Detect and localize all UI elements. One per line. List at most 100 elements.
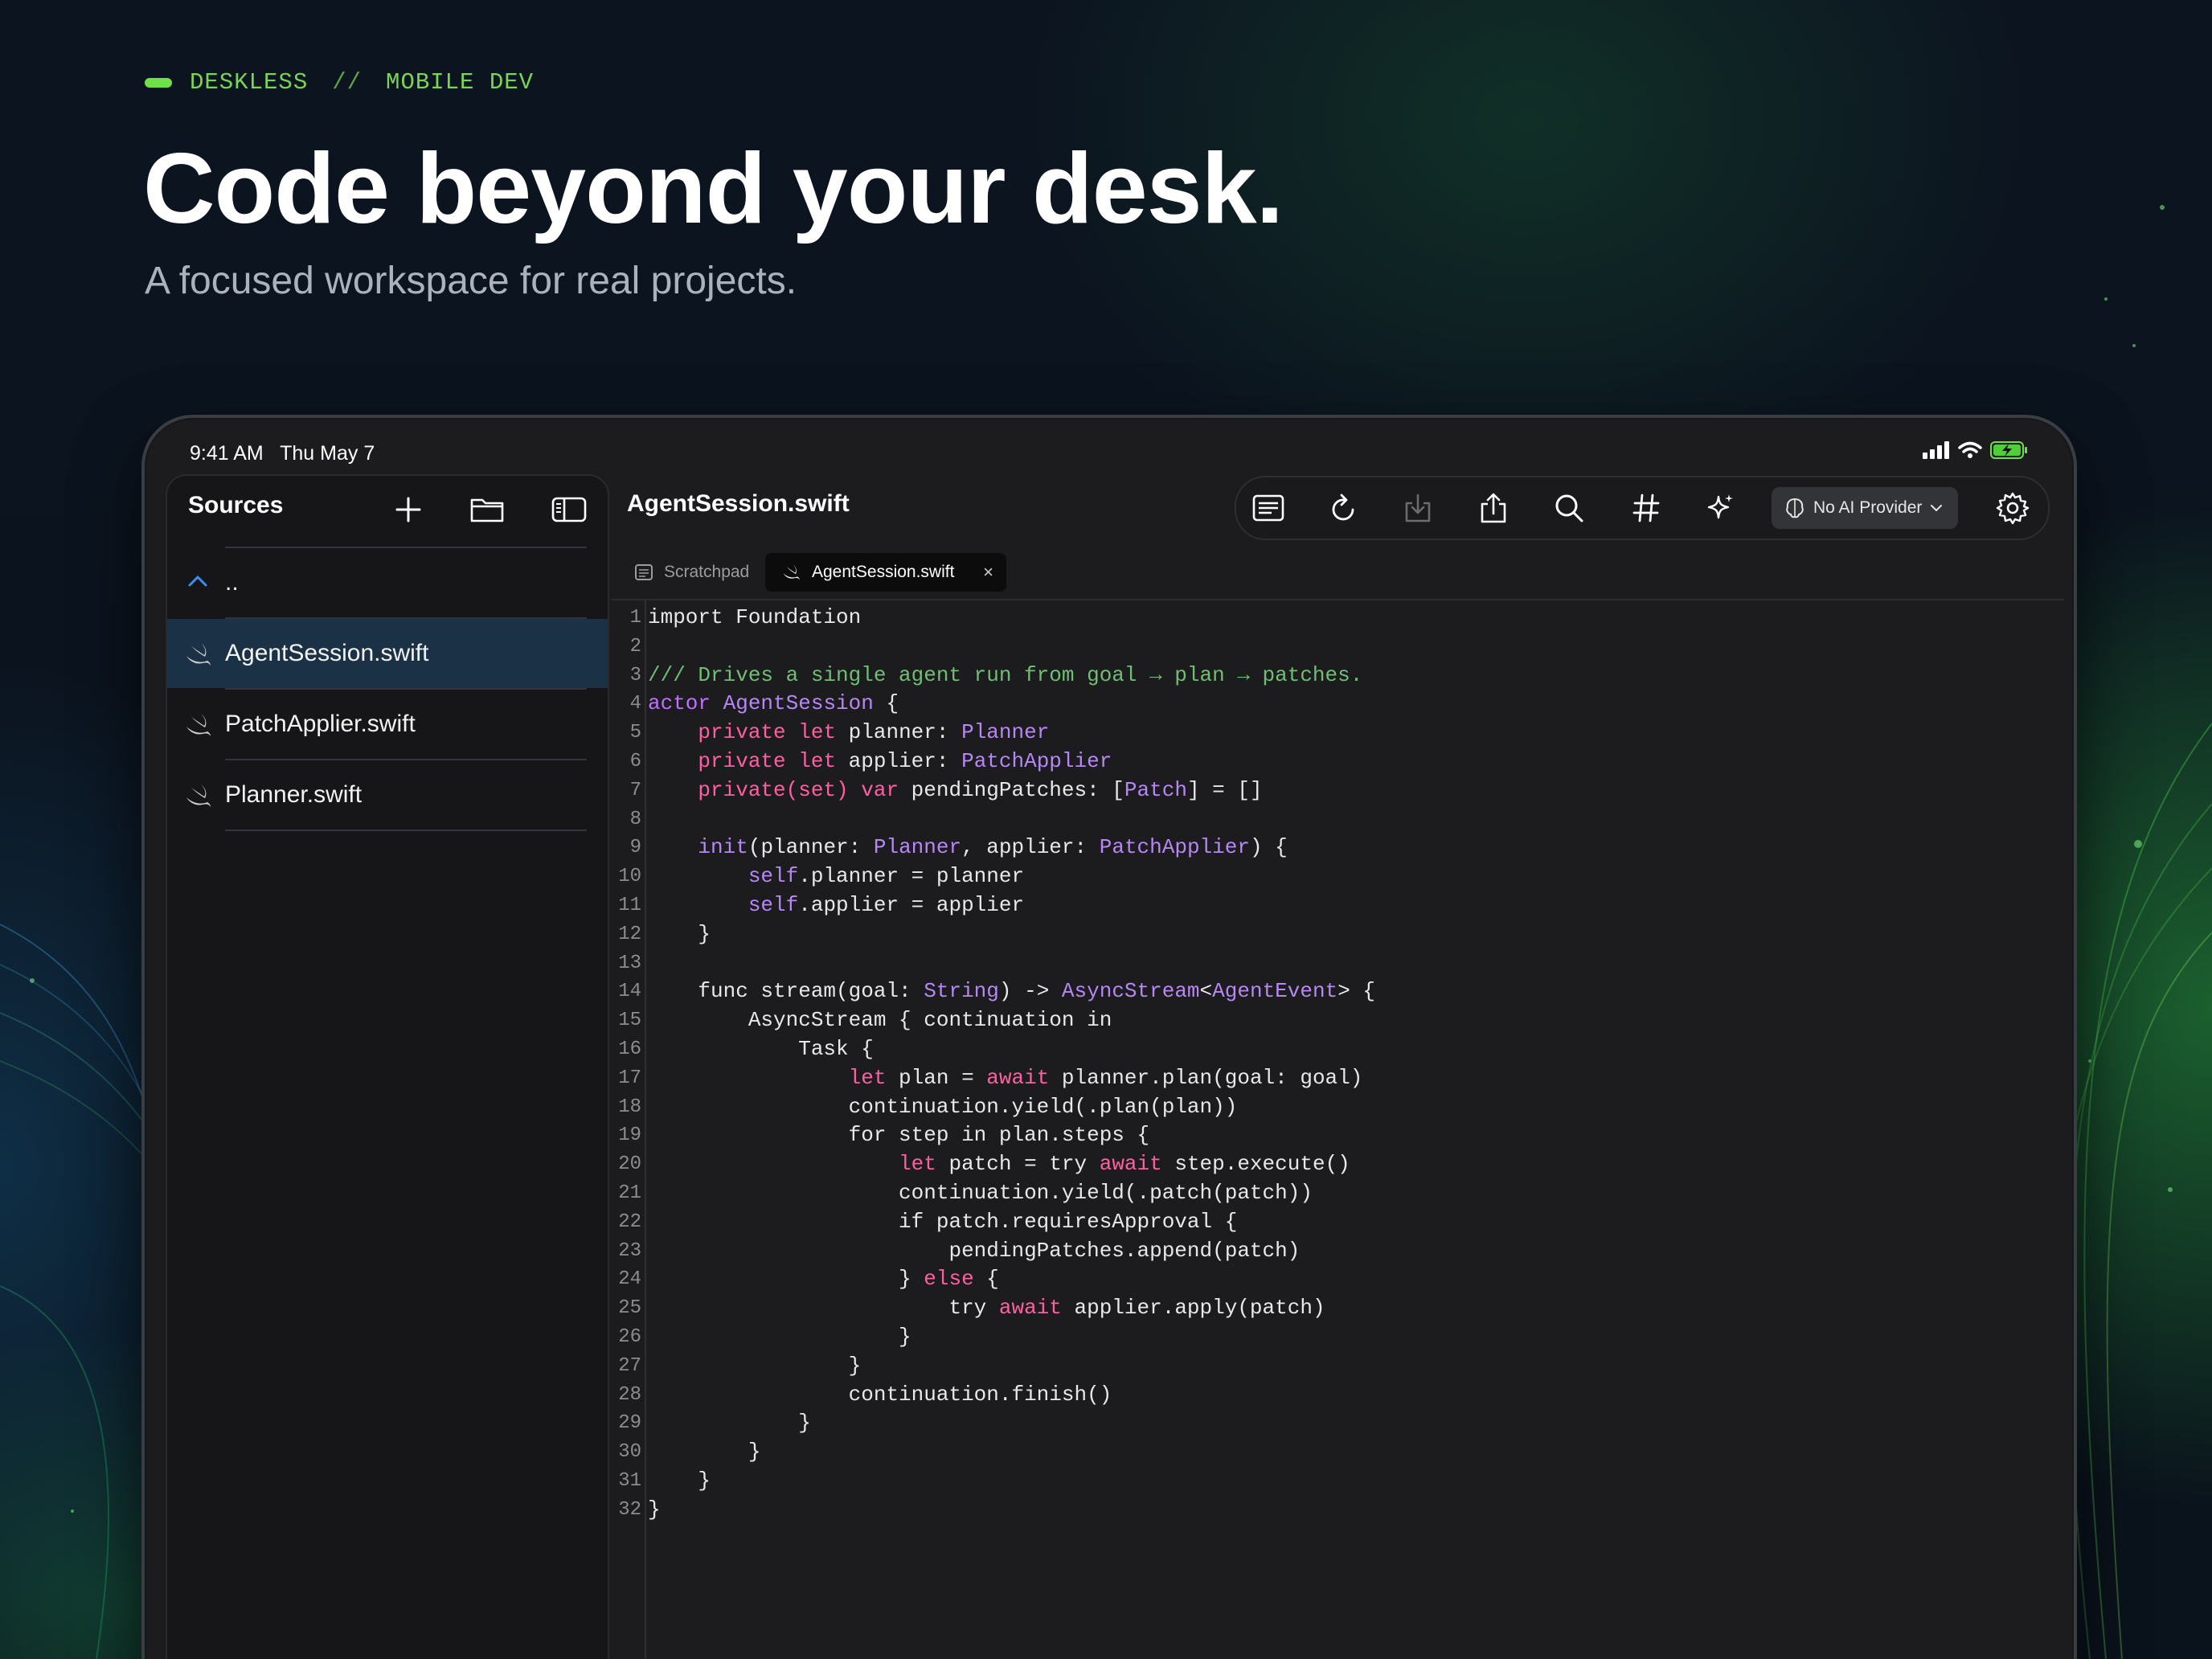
code-token: private let [698,720,837,745]
line-number: 5 [629,722,641,744]
parent-directory-label: .. [225,569,239,596]
line-number: 7 [629,779,641,801]
chevron-down-icon [1931,505,1943,512]
tab-scratchpad[interactable]: Scratchpad [629,553,756,592]
code-text: } [648,1467,711,1496]
code-text: AsyncStream { continuation in [648,1006,1112,1035]
code-token: } [648,1411,811,1436]
brain-icon [1786,498,1804,518]
tab-label: Scratchpad [664,563,750,581]
ai-provider-label: No AI Provider [1813,498,1923,517]
ai-assist-button[interactable] [1701,489,1739,527]
code-token: PatchApplier [961,748,1112,773]
code-token: PatchApplier [1099,835,1250,860]
line-number: 26 [618,1325,641,1348]
code-text: self.planner = planner [648,862,1024,891]
code-token: } [648,1267,924,1292]
cellular-signal-icon [1923,441,1949,459]
code-text: private(set) var pendingPatches: [Patch]… [648,776,1262,805]
code-token: /// Drives a single agent run from goal … [648,662,1363,687]
line-numbers-button[interactable] [1627,489,1665,527]
sidebar-title: Sources [188,492,284,518]
line-number: 25 [618,1297,641,1320]
code-editor[interactable]: 1 import Foundation 2 3/// Drives a single … [611,599,2064,1659]
code-token: AgentEvent [1212,979,1338,1004]
wifi-icon [1958,441,1982,458]
eyebrow: DESKLESS // MOBILE DEV [145,69,534,96]
code-token: await [986,1065,1050,1090]
line-number: 2 [629,635,641,657]
open-folder-button[interactable] [468,490,506,529]
code-token: applier.apply(patch) [1061,1296,1325,1321]
line-number: 19 [618,1124,641,1147]
code-token: await [998,1296,1062,1321]
code-text: continuation.yield(.patch(patch)) [648,1179,1313,1208]
line-number: 17 [618,1067,641,1089]
code-text: continuation.finish() [648,1381,1112,1410]
sidebar-toggle-icon [551,497,587,522]
code-token: let [848,1065,887,1090]
line-number: 14 [618,981,641,1003]
line-number: 30 [618,1441,641,1464]
search-button[interactable] [1550,489,1588,527]
reload-button[interactable] [1325,489,1363,527]
status-clock: 9:41 AM [190,442,264,465]
code-token: import Foundation [648,605,862,629]
plus-icon [395,497,421,522]
code-token: > { [1337,979,1375,1004]
line-number: 24 [618,1268,641,1291]
refresh-icon [1332,494,1354,521]
sparkles-icon [1707,494,1733,519]
settings-button[interactable] [1993,489,2032,527]
code-text: import Foundation [648,604,861,633]
file-row-patchapplier[interactable]: PatchApplier.swift [167,690,608,759]
file-row-planner[interactable]: Planner.swift [167,760,608,830]
ai-provider-dropdown[interactable]: No AI Provider [1772,487,1958,529]
tab-agentsession[interactable]: AgentSession.swift × [765,553,1006,592]
code-token: ) -> [998,979,1062,1004]
toggle-sidebar-button[interactable] [550,490,588,529]
code-token: actor [648,691,723,716]
code-text: for step in plan.steps { [648,1121,1149,1150]
code-token: continuation.finish() [648,1382,1112,1407]
note-icon [635,564,653,580]
tab-label: AgentSession.swift [812,563,955,581]
save-download-button[interactable] [1399,489,1437,527]
document-outline-button[interactable] [1249,489,1288,527]
code-text: let plan = await planner.plan(goal: goal… [648,1064,1363,1093]
close-tab-icon[interactable]: × [983,562,993,583]
search-icon [1555,494,1583,522]
code-token: < [1199,979,1213,1004]
line-number: 4 [629,693,641,715]
file-row-agentsession[interactable]: AgentSession.swift [167,619,608,688]
add-file-button[interactable] [389,490,428,529]
status-bar: 9:41 AM Thu May 7 [145,418,2074,482]
code-token: private(set) var [698,777,899,802]
line-number: 9 [629,837,641,859]
code-token: Planner [873,835,962,860]
eyebrow-separator: // [332,69,363,96]
code-token: step.execute() [1161,1152,1350,1177]
code-text: try await applier.apply(patch) [648,1294,1325,1323]
swift-file-icon [186,714,211,736]
code-token: else [924,1267,974,1292]
line-number: 13 [618,952,641,974]
code-token: pendingPatches.append(patch) [648,1238,1301,1263]
line-number: 22 [618,1210,641,1233]
code-token: AsyncStream [1061,979,1200,1004]
subhead: A focused workspace for real projects. [145,260,797,302]
code-token: .applier = applier [798,892,1025,917]
share-button[interactable] [1474,489,1513,527]
code-text: if patch.requiresApproval { [648,1208,1237,1237]
sidebar-header: Sources [167,476,608,540]
parent-directory-row[interactable]: .. [167,548,608,617]
code-token: ) { [1249,835,1288,860]
code-token: String [924,979,999,1004]
eyebrow-category: MOBILE DEV [386,69,535,96]
